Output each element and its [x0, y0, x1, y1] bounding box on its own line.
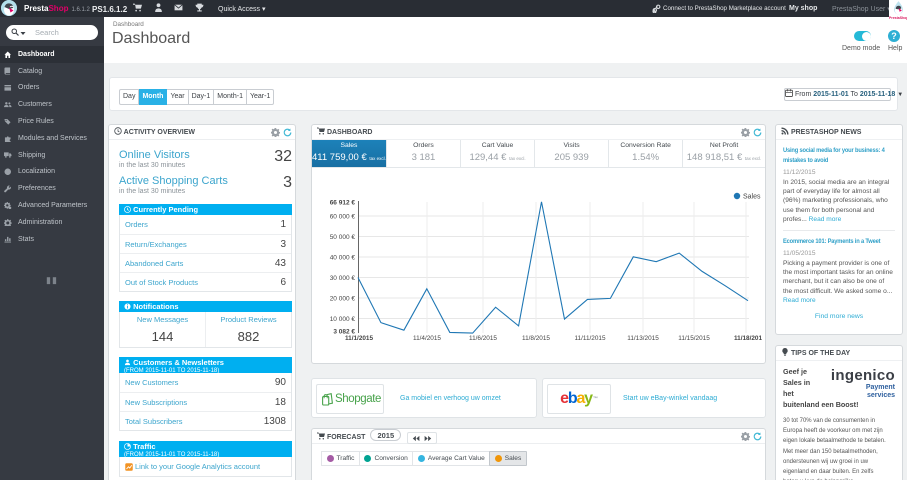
svg-text:11/6/2015: 11/6/2015	[469, 335, 497, 342]
svg-text:66 912 €: 66 912 €	[330, 199, 356, 206]
svg-text:11/13/2015: 11/13/2015	[627, 335, 659, 342]
svg-text:11/15/2015: 11/15/2015	[678, 335, 710, 342]
svg-text:10 000 €: 10 000 €	[330, 316, 356, 323]
svg-text:11/11/2015: 11/11/2015	[574, 335, 605, 342]
svg-text:11/4/2015: 11/4/2015	[413, 335, 441, 342]
svg-text:20 000 €: 20 000 €	[330, 295, 356, 302]
svg-text:11/18/201: 11/18/201	[734, 335, 763, 342]
svg-text:11/8/2015: 11/8/2015	[522, 335, 550, 342]
svg-text:11/1/2015: 11/1/2015	[345, 335, 374, 342]
svg-text:40 000 €: 40 000 €	[330, 254, 356, 261]
svg-text:Sales: Sales	[743, 194, 761, 201]
svg-text:30 000 €: 30 000 €	[330, 275, 356, 282]
svg-text:60 000 €: 60 000 €	[330, 213, 356, 220]
svg-text:50 000 €: 50 000 €	[330, 234, 356, 241]
